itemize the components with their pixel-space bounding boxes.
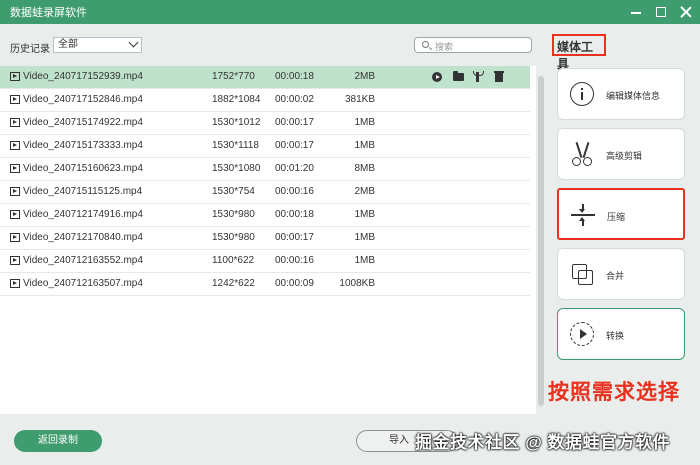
tool-edit-media-info[interactable]: 编辑媒体信息 xyxy=(557,68,685,120)
watermark: 掘金技术社区 @ 数据蛙官方软件 xyxy=(415,433,671,452)
file-name: Video_240717152939.mp4 xyxy=(23,71,143,82)
table-row[interactable]: Video_240717152939.mp4 1752*770 00:00:18… xyxy=(0,66,530,89)
file-duration: 00:00:02 xyxy=(275,94,314,105)
file-list-scrollbar[interactable] xyxy=(538,76,544,406)
table-row[interactable]: Video_240715174922.mp4 1530*1012 00:00:1… xyxy=(0,112,530,135)
folder-icon[interactable] xyxy=(453,71,464,81)
file-name: Video_240715115125.mp4 xyxy=(23,186,143,197)
history-filter-select[interactable]: 全部 xyxy=(53,37,142,53)
chevron-down-icon xyxy=(128,37,139,48)
file-list: Video_240717152939.mp4 1752*770 00:00:18… xyxy=(0,66,536,414)
info-icon xyxy=(570,82,594,106)
table-row[interactable]: Video_240712163552.mp4 1100*622 00:00:16… xyxy=(0,250,530,273)
file-duration: 00:00:17 xyxy=(275,140,314,151)
tool-advanced-edit[interactable]: 高级剪辑 xyxy=(557,128,685,180)
video-file-icon xyxy=(10,256,20,265)
file-resolution: 1530*1080 xyxy=(212,163,261,174)
file-size: 8MB xyxy=(354,163,375,174)
file-name: Video_240715173333.mp4 xyxy=(23,140,143,151)
maximize-icon[interactable] xyxy=(656,7,666,17)
scissors-icon xyxy=(570,142,594,166)
video-file-icon xyxy=(10,141,20,150)
title-bar: 数据蛙录屏软件 xyxy=(0,0,700,24)
file-resolution: 1530*980 xyxy=(212,232,255,243)
play-icon[interactable] xyxy=(432,72,442,82)
window-title: 数据蛙录屏软件 xyxy=(10,7,87,19)
convert-icon xyxy=(570,322,594,346)
file-duration: 00:00:17 xyxy=(275,232,314,243)
table-row[interactable]: Video_240715173333.mp4 1530*1118 00:00:1… xyxy=(0,135,530,158)
tool-label: 合并 xyxy=(606,271,625,281)
file-duration: 00:00:18 xyxy=(275,209,314,220)
media-tools-title: 媒体工具 xyxy=(552,34,606,71)
trash-icon[interactable] xyxy=(494,71,504,82)
window-controls xyxy=(630,0,692,24)
tool-label: 转换 xyxy=(606,331,625,341)
file-size: 2MB xyxy=(354,71,375,82)
file-size: 381KB xyxy=(344,94,375,105)
table-row[interactable]: Video_240717152846.mp4 1882*1084 00:00:0… xyxy=(0,89,530,112)
history-label: 历史记录 xyxy=(10,44,50,55)
file-size: 1008KB xyxy=(339,278,375,289)
file-duration: 00:00:16 xyxy=(275,186,314,197)
file-resolution: 1530*1012 xyxy=(212,117,261,128)
video-file-icon xyxy=(10,95,20,104)
file-name: Video_240712163552.mp4 xyxy=(23,255,143,266)
file-resolution: 1100*622 xyxy=(212,255,255,266)
minimize-icon[interactable] xyxy=(630,6,642,18)
search-placeholder: 搜索 xyxy=(435,42,454,52)
tool-label: 高级剪辑 xyxy=(606,151,643,161)
history-filter-value: 全部 xyxy=(58,39,78,50)
table-row[interactable]: Video_240712174916.mp4 1530*980 00:00:18… xyxy=(0,204,530,227)
file-resolution: 1530*980 xyxy=(212,209,255,220)
file-duration: 00:00:16 xyxy=(275,255,314,266)
file-name: Video_240715160623.mp4 xyxy=(23,163,143,174)
file-resolution: 1882*1084 xyxy=(212,94,261,105)
table-row[interactable]: Video_240715115125.mp4 1530*754 00:00:16… xyxy=(0,181,530,204)
tool-compress[interactable]: 压缩 xyxy=(557,188,685,240)
tool-convert[interactable]: 转换 xyxy=(557,308,685,360)
table-row[interactable]: Video_240712163507.mp4 1242*622 00:00:09… xyxy=(0,273,530,296)
tool-label: 编辑媒体信息 xyxy=(606,91,661,101)
file-duration: 00:00:17 xyxy=(275,117,314,128)
file-duration: 00:01:20 xyxy=(275,163,314,174)
search-input[interactable]: 搜索 xyxy=(414,37,532,53)
file-resolution: 1530*1118 xyxy=(212,140,259,151)
merge-icon xyxy=(570,262,594,286)
file-name: Video_240712174916.mp4 xyxy=(23,209,143,220)
file-resolution: 1242*622 xyxy=(212,278,255,289)
file-size: 1MB xyxy=(354,232,375,243)
tool-merge[interactable]: 合并 xyxy=(557,248,685,300)
file-size: 1MB xyxy=(354,117,375,128)
file-name: Video_240715174922.mp4 xyxy=(23,117,143,128)
table-row[interactable]: Video_240712170840.mp4 1530*980 00:00:17… xyxy=(0,227,530,250)
video-file-icon xyxy=(10,72,20,81)
file-duration: 00:00:18 xyxy=(275,71,314,82)
file-resolution: 1530*754 xyxy=(212,186,255,197)
tool-label: 压缩 xyxy=(607,212,626,222)
file-name: Video_240717152846.mp4 xyxy=(23,94,143,105)
close-icon[interactable] xyxy=(680,6,692,18)
video-file-icon xyxy=(10,210,20,219)
file-size: 1MB xyxy=(354,255,375,266)
back-to-recording-button[interactable]: 返回录制 xyxy=(14,430,102,452)
file-size: 2MB xyxy=(354,186,375,197)
video-file-icon xyxy=(10,279,20,288)
video-file-icon xyxy=(10,164,20,173)
file-duration: 00:00:09 xyxy=(275,278,314,289)
file-name: Video_240712170840.mp4 xyxy=(23,232,143,243)
compress-icon xyxy=(571,203,595,227)
video-file-icon xyxy=(10,118,20,127)
wrench-icon[interactable] xyxy=(473,71,484,82)
search-icon xyxy=(422,41,429,48)
file-size: 1MB xyxy=(354,209,375,220)
video-file-icon xyxy=(10,233,20,242)
video-file-icon xyxy=(10,187,20,196)
file-size: 1MB xyxy=(354,140,375,151)
annotation-text: 按照需求选择 xyxy=(548,381,680,404)
file-resolution: 1752*770 xyxy=(212,71,255,82)
file-name: Video_240712163507.mp4 xyxy=(23,278,143,289)
table-row[interactable]: Video_240715160623.mp4 1530*1080 00:01:2… xyxy=(0,158,530,181)
